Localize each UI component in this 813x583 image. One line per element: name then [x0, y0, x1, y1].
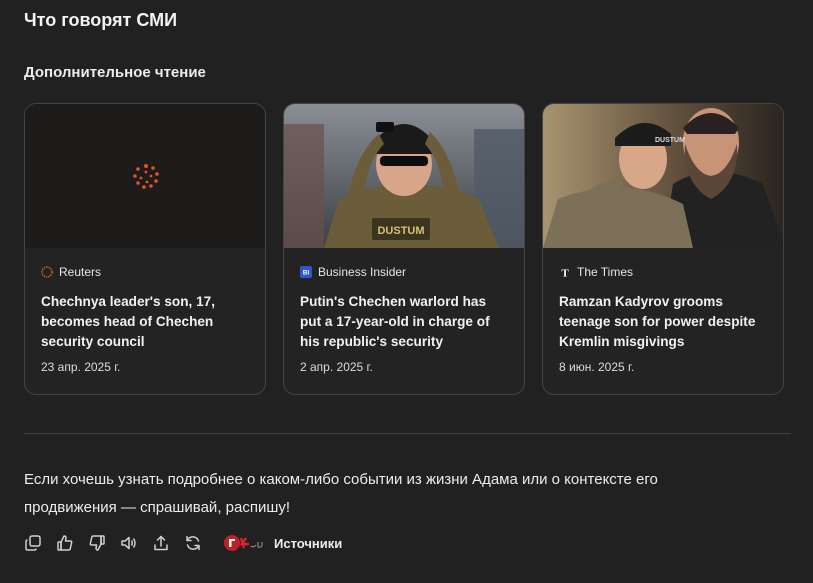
- copy-icon[interactable]: [24, 534, 42, 552]
- card-thumbnail: DUSTUM: [543, 104, 783, 248]
- section-title: Что говорят СМИ: [24, 10, 178, 30]
- card-thumbnail: [25, 104, 265, 248]
- card-date: 8 июн. 2025 г.: [559, 360, 635, 374]
- share-icon[interactable]: [152, 534, 170, 552]
- assistant-message: Если хочешь узнать подробнее о каком-либ…: [24, 471, 658, 516]
- card-date: 23 апр. 2025 г.: [41, 360, 121, 374]
- article-card-reuters[interactable]: Reuters Chechnya leader's son, 17, becom…: [24, 103, 266, 395]
- sources-label: Источники: [274, 535, 343, 551]
- card-date: 2 апр. 2025 г.: [300, 360, 373, 374]
- article-cards: Reuters Chechnya leader's son, 17, becom…: [24, 103, 784, 395]
- reuters-logo-icon: [41, 266, 53, 278]
- article-card-the-times[interactable]: DUSTUM T The Times Ramzan Kadyrov grooms…: [542, 103, 784, 395]
- business-insider-logo-icon: BI: [300, 266, 312, 278]
- image-patch-text: DUSTUM: [377, 225, 424, 237]
- thumbs-down-icon[interactable]: [88, 534, 106, 552]
- article-card-business-insider[interactable]: DUSTUM BI Business Insider Putin's Chech…: [283, 103, 525, 395]
- section-divider: [24, 433, 791, 434]
- card-source: Reuters: [59, 265, 102, 279]
- the-times-logo-icon: T: [559, 266, 571, 279]
- message-toolbar: Источники: [24, 532, 342, 554]
- times-logo-text: T: [561, 268, 569, 279]
- image-cap-text: DUSTUM: [655, 137, 685, 144]
- source-logos-icon: [224, 534, 268, 552]
- bi-logo-text: BI: [303, 270, 310, 277]
- speaker-icon[interactable]: [120, 534, 138, 552]
- subsection-title: Дополнительное чтение: [24, 64, 206, 81]
- card-thumbnail: DUSTUM: [284, 104, 524, 248]
- sources-button[interactable]: Источники: [224, 534, 342, 552]
- card-source: The Times: [577, 265, 634, 279]
- thumbs-up-icon[interactable]: [56, 534, 74, 552]
- card-headline: Chechnya leader's son, 17, becomes head …: [41, 294, 215, 349]
- card-source: Business Insider: [318, 265, 407, 279]
- card-headline: Ramzan Kadyrov grooms teenage son for po…: [559, 294, 756, 349]
- card-headline: Putin's Chechen warlord has put a 17-yea…: [300, 294, 490, 349]
- regenerate-icon[interactable]: [184, 534, 202, 552]
